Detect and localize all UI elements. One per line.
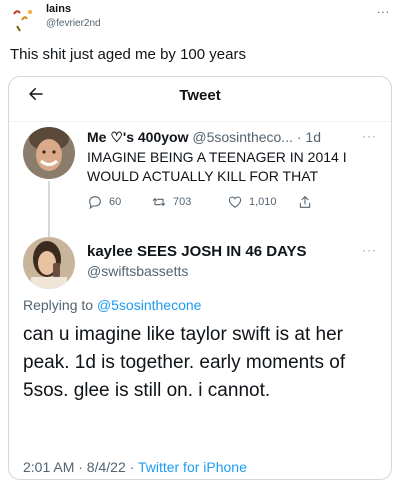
tweet-timestamp[interactable]: 2:01 AM · 8/4/22 · bbox=[23, 459, 134, 475]
retweet-button[interactable]: 703 bbox=[151, 194, 191, 210]
quoted-handle-time[interactable]: @5sosintheco... · 1d bbox=[192, 129, 321, 145]
quoted-author-name[interactable]: Me ♡'s 400yow bbox=[87, 129, 188, 145]
tweet-meta: 2:01 AM · 8/4/22 · Twitter for iPhone bbox=[23, 459, 247, 475]
avatar[interactable] bbox=[8, 4, 38, 34]
like-button[interactable]: 1,010 bbox=[227, 194, 277, 210]
divider bbox=[9, 121, 391, 122]
more-options-icon[interactable]: ··· bbox=[362, 129, 377, 143]
tweet-card: Tweet Me ♡'s 400yow @5sosintheco... · 1d… bbox=[8, 76, 392, 480]
replying-prefix: Replying to bbox=[23, 297, 94, 313]
more-options-icon[interactable]: ... bbox=[377, 2, 390, 16]
reply-button[interactable]: 60 bbox=[87, 194, 121, 210]
retweet-count: 703 bbox=[173, 196, 192, 208]
main-author-handle[interactable]: @swiftsbassetts bbox=[87, 263, 188, 279]
author-name[interactable]: lains bbox=[46, 3, 71, 15]
main-tweet-text: can u imagine like taylor swift is at he… bbox=[23, 324, 346, 401]
more-options-icon[interactable]: ··· bbox=[362, 243, 377, 257]
author-handle[interactable]: @fevrier2nd bbox=[46, 18, 101, 29]
tweet-source-link[interactable]: Twitter for iPhone bbox=[138, 459, 247, 475]
profile-photo-icon bbox=[23, 127, 75, 179]
like-count: 1,010 bbox=[249, 196, 277, 208]
quoted-tweet-header: Me ♡'s 400yow @5sosintheco... · 1d bbox=[87, 129, 321, 146]
retweet-icon bbox=[152, 198, 166, 206]
replying-to: Replying to @5sosinthecone bbox=[23, 297, 201, 313]
quoted-tweet-text: IMAGINE BEING A TEENAGER IN 2014 I WOULD… bbox=[87, 149, 347, 184]
reply-icon bbox=[89, 196, 101, 210]
post-text: This shit just aged me by 100 years bbox=[10, 46, 246, 63]
doodle-avatar-icon bbox=[13, 10, 32, 32]
profile-photo-icon bbox=[23, 237, 75, 289]
avatar[interactable] bbox=[23, 127, 75, 179]
heart-icon bbox=[228, 196, 242, 209]
reply-count: 60 bbox=[109, 196, 122, 208]
tweet-actions: 60 703 1,010 bbox=[87, 194, 327, 214]
page-title: Tweet bbox=[179, 87, 221, 104]
main-author-name[interactable]: kaylee SEES JOSH IN 46 DAYS bbox=[87, 243, 307, 260]
share-button[interactable] bbox=[297, 194, 313, 210]
avatar[interactable] bbox=[23, 237, 75, 289]
share-icon bbox=[299, 196, 311, 208]
replying-mention-link[interactable]: @5sosinthecone bbox=[97, 297, 202, 313]
